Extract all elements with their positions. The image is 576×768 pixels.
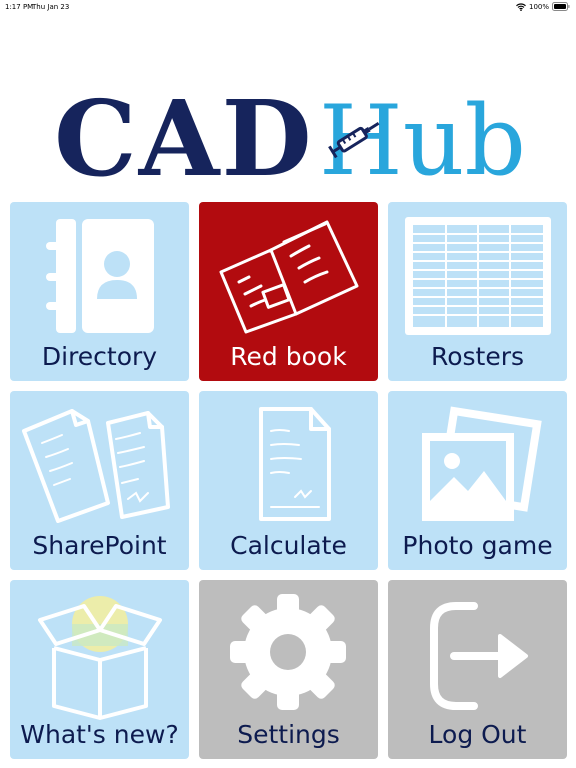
spreadsheet-icon <box>388 202 567 342</box>
status-indicators: 100% <box>516 2 570 11</box>
red-book-label: Red book <box>230 342 347 371</box>
sharepoint-tile[interactable]: SharePoint <box>10 391 189 570</box>
status-time: 1:17 PM <box>5 3 34 11</box>
sharepoint-label: SharePoint <box>32 531 167 560</box>
status-date: Thu Jan 23 <box>32 3 70 11</box>
menu-grid: Directory Red book Rosters SharePoint Ca… <box>10 202 567 759</box>
open-book-icon <box>199 202 378 342</box>
photo-game-label: Photo game <box>402 531 553 560</box>
photos-icon <box>388 391 567 531</box>
open-box-icon <box>10 580 189 720</box>
whats-new-tile[interactable]: What's new? <box>10 580 189 759</box>
directory-tile[interactable]: Directory <box>10 202 189 381</box>
rosters-tile[interactable]: Rosters <box>388 202 567 381</box>
photo-game-tile[interactable]: Photo game <box>388 391 567 570</box>
logout-label: Log Out <box>428 720 527 749</box>
logout-tile[interactable]: Log Out <box>388 580 567 759</box>
settings-label: Settings <box>237 720 340 749</box>
red-book-tile[interactable]: Red book <box>199 202 378 381</box>
contact-book-icon <box>10 202 189 342</box>
battery-icon <box>552 2 570 11</box>
wifi-icon <box>516 2 526 11</box>
app-logo: CAD Hub <box>54 77 526 200</box>
logo-cad-text: CAD <box>54 77 314 200</box>
whats-new-label: What's new? <box>20 720 179 749</box>
document-icon <box>199 391 378 531</box>
gear-icon <box>199 580 378 720</box>
settings-tile[interactable]: Settings <box>199 580 378 759</box>
status-bar: 1:17 PM Thu Jan 23 100% <box>0 0 576 14</box>
syringe-icon <box>328 116 384 164</box>
rosters-label: Rosters <box>430 342 525 371</box>
battery-percent: 100% <box>528 2 549 11</box>
documents-icon <box>10 391 189 531</box>
calculate-label: Calculate <box>230 531 347 560</box>
logout-icon <box>388 580 567 720</box>
directory-label: Directory <box>41 342 158 371</box>
calculate-tile[interactable]: Calculate <box>199 391 378 570</box>
